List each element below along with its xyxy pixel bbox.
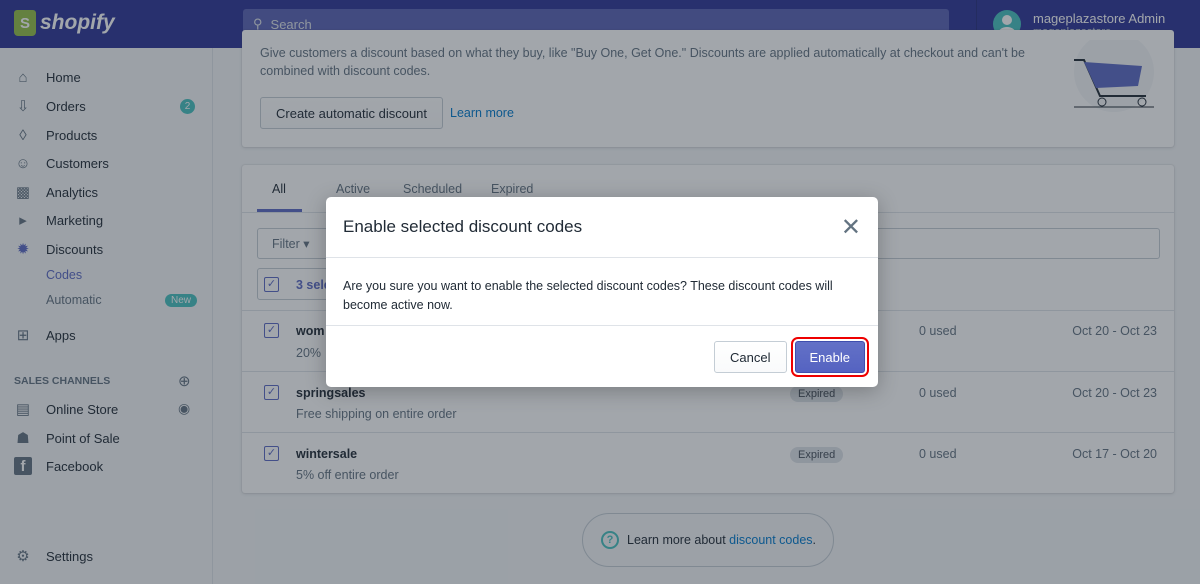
modal-body: Are you sure you want to enable the sele… [326, 258, 878, 326]
close-icon[interactable]: ✕ [841, 213, 861, 242]
modal-title: Enable selected discount codes [343, 217, 583, 236]
cancel-button[interactable]: Cancel [714, 341, 787, 373]
enable-button[interactable]: Enable [790, 337, 870, 377]
enable-discount-modal: Enable selected discount codes ✕ Are you … [326, 197, 878, 387]
